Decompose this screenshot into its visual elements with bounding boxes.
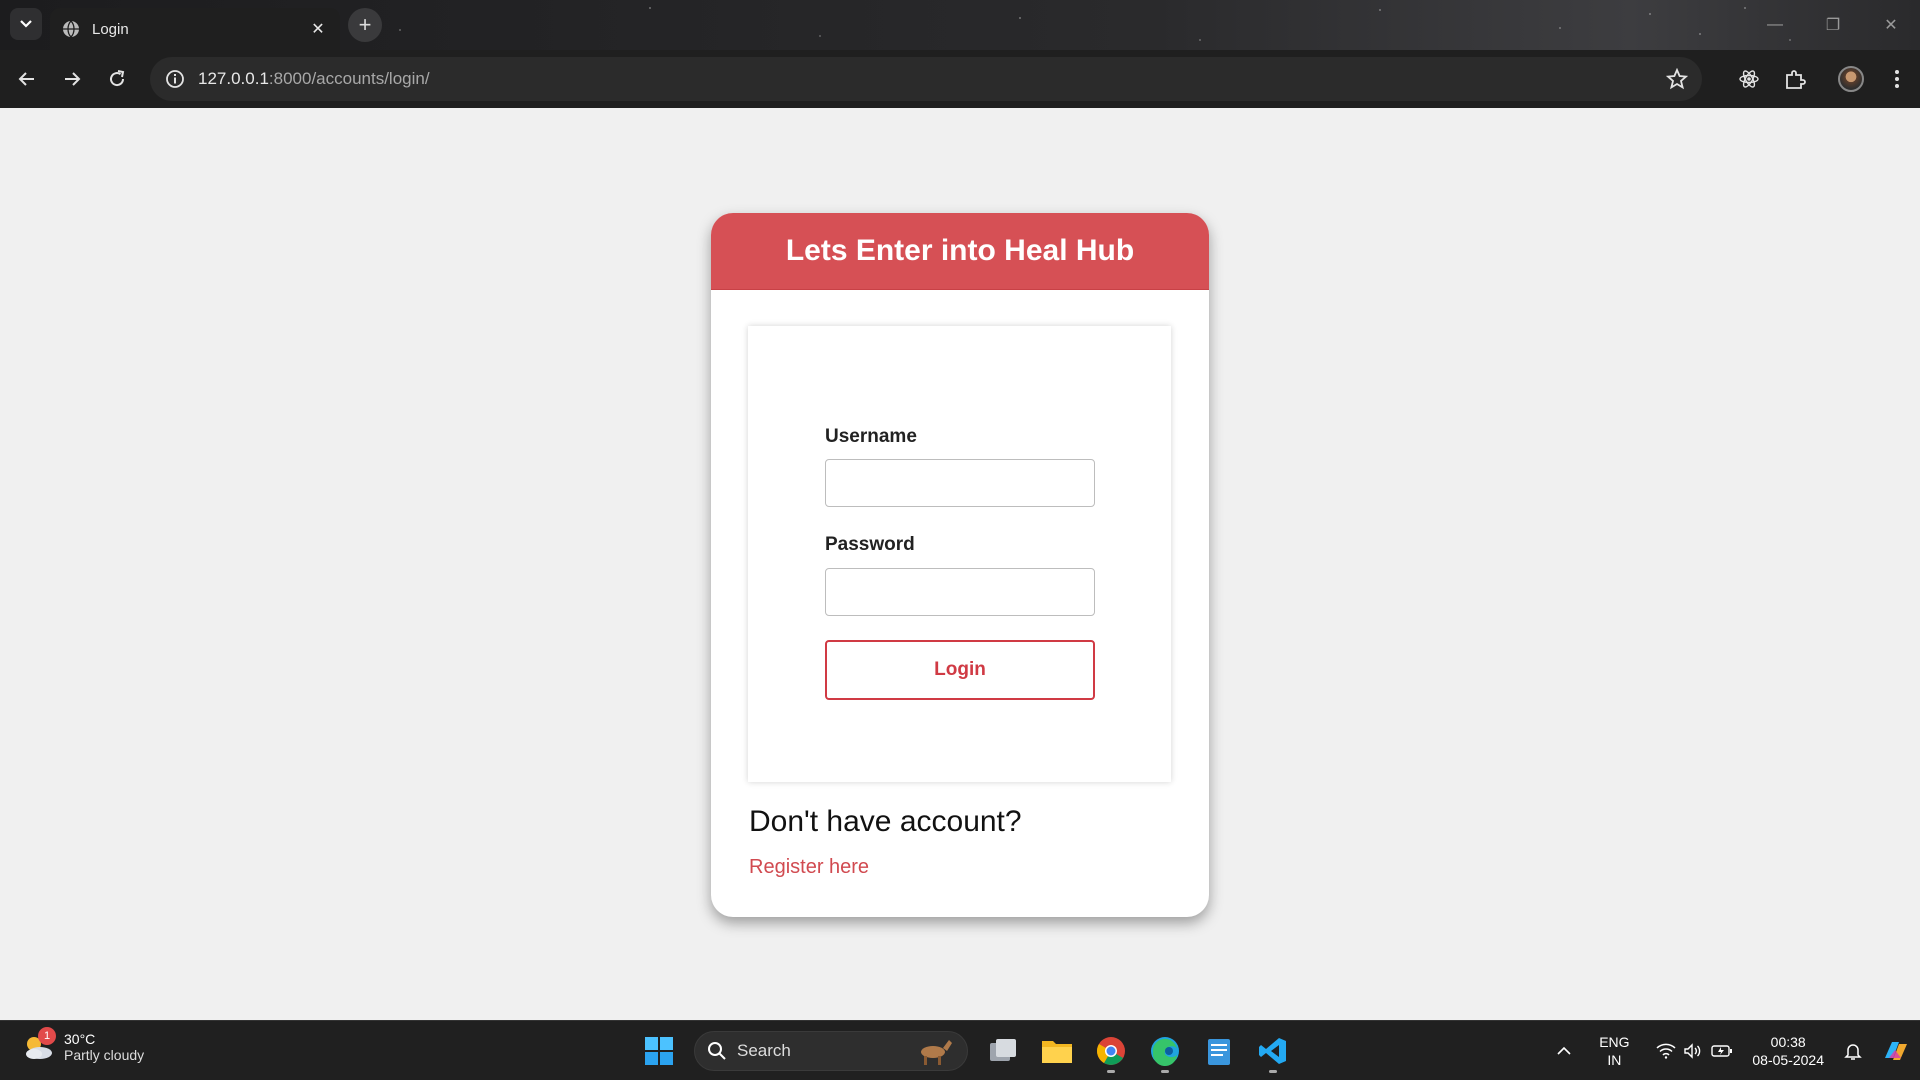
close-icon[interactable]: ✕ bbox=[308, 19, 328, 39]
profile-avatar[interactable] bbox=[1828, 56, 1874, 102]
weather-widget[interactable]: 1 30°C Partly cloudy bbox=[20, 1027, 144, 1065]
reload-button[interactable] bbox=[97, 59, 137, 99]
edge-button[interactable] bbox=[1140, 1027, 1190, 1075]
edge-icon bbox=[1151, 1037, 1179, 1067]
chrome-button[interactable] bbox=[1086, 1027, 1136, 1075]
arrow-right-icon bbox=[65, 72, 81, 86]
folder-icon bbox=[1042, 1041, 1072, 1063]
chrome-icon bbox=[1097, 1037, 1125, 1065]
address-bar[interactable]: 127.0.0.1:8000/accounts/login/ bbox=[150, 57, 1702, 101]
password-input[interactable] bbox=[825, 568, 1095, 616]
new-tab-button[interactable]: + bbox=[348, 8, 382, 42]
notepad-icon bbox=[1208, 1039, 1230, 1065]
register-link[interactable]: Register here bbox=[749, 856, 869, 879]
windows-logo-icon bbox=[645, 1037, 673, 1065]
chevron-up-icon bbox=[1557, 1046, 1571, 1055]
running-indicator bbox=[1107, 1070, 1115, 1073]
page-viewport: Lets Enter into Heal Hub Username Passwo… bbox=[0, 108, 1920, 1020]
copilot-button[interactable] bbox=[1872, 1021, 1920, 1080]
react-devtools-icon[interactable] bbox=[1726, 56, 1772, 102]
kebab-menu-icon[interactable] bbox=[1874, 56, 1920, 102]
vscode-button[interactable] bbox=[1248, 1027, 1298, 1075]
bell-snooze-icon bbox=[1844, 1044, 1862, 1060]
password-label: Password bbox=[825, 534, 915, 555]
bookmark-star-icon[interactable] bbox=[1665, 67, 1689, 95]
browser-tab-login[interactable]: Login ✕ bbox=[50, 8, 340, 50]
restore-icon[interactable]: ❐ bbox=[1804, 0, 1862, 50]
card-header: Lets Enter into Heal Hub bbox=[711, 213, 1209, 290]
task-view-icon bbox=[990, 1039, 1016, 1061]
copilot-icon bbox=[1885, 1042, 1907, 1060]
minimize-icon[interactable]: — bbox=[1746, 0, 1804, 50]
site-info-icon[interactable] bbox=[164, 68, 186, 90]
browser-toolbar: 127.0.0.1:8000/accounts/login/ bbox=[0, 50, 1920, 108]
volume-icon bbox=[1684, 1043, 1701, 1059]
weather-text: 30°C Partly cloudy bbox=[64, 1031, 144, 1063]
notepad-button[interactable] bbox=[1194, 1027, 1244, 1075]
globe-icon bbox=[62, 20, 80, 38]
vscode-icon bbox=[1259, 1038, 1286, 1064]
taskbar-apps: Search bbox=[634, 1027, 1302, 1075]
start-button[interactable] bbox=[634, 1027, 684, 1075]
lang-bottom: IN bbox=[1607, 1052, 1622, 1068]
toolbar-right bbox=[1726, 50, 1920, 108]
tab-search-button[interactable] bbox=[10, 8, 42, 40]
url-text: 127.0.0.1:8000/accounts/login/ bbox=[198, 69, 430, 89]
wifi-icon bbox=[1656, 1043, 1676, 1059]
username-input[interactable] bbox=[825, 459, 1095, 507]
notifications-button[interactable] bbox=[1834, 1021, 1872, 1080]
avatar bbox=[1838, 66, 1864, 92]
file-explorer-button[interactable] bbox=[1032, 1027, 1082, 1075]
tab-title: Login bbox=[92, 20, 129, 38]
forward-button[interactable] bbox=[52, 59, 92, 99]
login-button[interactable]: Login bbox=[825, 640, 1095, 700]
back-button[interactable] bbox=[7, 59, 47, 99]
chevron-down-icon bbox=[20, 20, 32, 28]
extensions-puzzle-icon[interactable] bbox=[1772, 56, 1818, 102]
partly-cloudy-icon: 1 bbox=[20, 1027, 56, 1065]
url-host: 127.0.0.1 bbox=[198, 69, 269, 88]
show-hidden-icons[interactable] bbox=[1544, 1021, 1584, 1080]
search-label: Search bbox=[737, 1041, 791, 1060]
taskbar: 1 30°C Partly cloudy Search ENG IN 00:38… bbox=[0, 1020, 1920, 1080]
login-card: Lets Enter into Heal Hub Username Passwo… bbox=[711, 213, 1209, 917]
weather-temp: 30°C bbox=[64, 1031, 96, 1047]
weather-desc: Partly cloudy bbox=[64, 1047, 145, 1063]
window-close-icon[interactable]: ✕ bbox=[1862, 0, 1920, 50]
network-volume-battery[interactable] bbox=[1644, 1021, 1744, 1080]
horse-highlight-icon bbox=[921, 1040, 952, 1065]
weather-badge: 1 bbox=[38, 1027, 56, 1045]
reload-icon bbox=[110, 70, 125, 87]
running-indicator bbox=[1269, 1070, 1277, 1073]
window-controls: — ❐ ✕ bbox=[1746, 0, 1920, 50]
lang-top: ENG bbox=[1599, 1034, 1630, 1050]
username-label: Username bbox=[825, 426, 917, 447]
taskbar-search[interactable]: Search bbox=[694, 1031, 968, 1071]
system-tray: ENG IN 00:38 08-05-2024 bbox=[1544, 1021, 1920, 1080]
no-account-heading: Don't have account? bbox=[749, 805, 1022, 838]
language-indicator[interactable]: ENG IN bbox=[1584, 1021, 1644, 1080]
arrow-left-icon bbox=[18, 72, 34, 86]
battery-icon bbox=[1710, 1045, 1732, 1057]
search-icon bbox=[708, 1042, 726, 1060]
clock[interactable]: 00:38 08-05-2024 bbox=[1744, 1021, 1834, 1080]
browser-tab-strip: Login ✕ + — ❐ ✕ bbox=[0, 0, 1920, 50]
clock-time: 00:38 bbox=[1770, 1034, 1806, 1050]
running-indicator bbox=[1161, 1070, 1169, 1073]
clock-date: 08-05-2024 bbox=[1752, 1052, 1824, 1068]
task-view-button[interactable] bbox=[978, 1027, 1028, 1075]
login-form: Username Password Login bbox=[748, 326, 1171, 782]
url-path: :8000/accounts/login/ bbox=[268, 69, 430, 88]
